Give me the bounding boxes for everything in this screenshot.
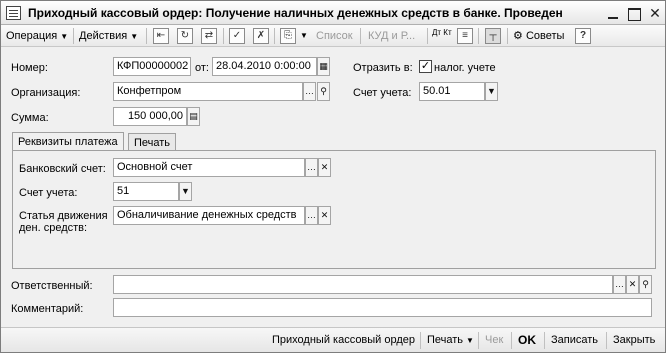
clear-icon[interactable]: ✕ xyxy=(318,158,331,177)
calendar-icon[interactable]: ▦ xyxy=(317,57,330,76)
bottom-divider xyxy=(478,332,479,349)
tax-accounting-label: налог. учете xyxy=(434,62,496,74)
number-field[interactable]: КФП00000002 xyxy=(113,57,191,76)
print-menu-label: Печать xyxy=(427,334,464,346)
toolbar-divider xyxy=(73,28,74,44)
toolbar-divider xyxy=(507,28,508,44)
unpost-document-icon[interactable]: ✗ xyxy=(253,28,269,44)
operation-menu-label: Операция xyxy=(6,30,58,42)
clear-icon[interactable]: ✕ xyxy=(626,275,639,294)
bottom-command-bar: Приходный кассовый ордер Печать ▼ Чек OK … xyxy=(1,327,665,352)
date-label: от: xyxy=(195,62,209,74)
payment-details-panel xyxy=(12,150,656,269)
report-icon[interactable]: ≡ xyxy=(457,28,473,44)
sum-label: Сумма: xyxy=(11,112,49,124)
chevron-down-icon[interactable]: ▼ xyxy=(179,182,192,201)
toolbar-divider xyxy=(223,28,224,44)
title-bar: Приходный кассовый ордер: Получение нали… xyxy=(1,1,665,25)
help-button[interactable]: ? xyxy=(575,28,591,44)
operation-menu[interactable]: Операция ▼ xyxy=(6,28,68,44)
document-icon xyxy=(6,6,21,20)
save-document-icon[interactable]: ⇄ xyxy=(201,28,217,44)
date-field[interactable]: 28.04.2010 0:00:00 xyxy=(212,57,317,76)
toolbar-divider xyxy=(146,28,147,44)
calculator-icon[interactable]: ▤ xyxy=(187,107,200,126)
advice-label: Советы xyxy=(525,30,565,42)
select-ellipsis-icon[interactable]: … xyxy=(305,158,318,177)
header-account-label: Счет учета: xyxy=(353,87,412,99)
actions-menu[interactable]: Действия ▼ xyxy=(79,28,138,44)
toolbar-divider xyxy=(427,28,428,44)
toolbar-divider xyxy=(478,28,479,44)
responsible-field[interactable] xyxy=(113,275,613,294)
open-search-icon[interactable]: ⚲ xyxy=(639,275,652,294)
comment-label: Комментарий: xyxy=(11,303,84,315)
toolbar-divider xyxy=(360,28,361,44)
payment-account-field[interactable]: 51 xyxy=(113,182,179,201)
bank-account-label: Банковский счет: xyxy=(19,163,106,175)
advice-button[interactable]: ⚙ Советы xyxy=(513,28,564,44)
minimize-icon[interactable] xyxy=(605,5,621,21)
post-document-icon[interactable]: ✓ xyxy=(229,28,245,44)
bottom-divider xyxy=(511,332,512,349)
advice-icon: ⚙ xyxy=(513,30,523,42)
actions-menu-label: Действия xyxy=(79,30,128,42)
chevron-down-icon: ▼ xyxy=(60,32,69,41)
cashflow-field[interactable]: Обналичивание денежных средств xyxy=(113,206,305,225)
clear-icon[interactable]: ✕ xyxy=(318,206,331,225)
select-ellipsis-icon[interactable]: … xyxy=(613,275,626,294)
toolbar: Операция ▼ Действия ▼ ⇤ ↻ ⇄ ✓ ✗ ⎘ ▼ Список… xyxy=(1,25,665,47)
chevron-down-icon: ▼ xyxy=(466,336,474,345)
go-to-start-icon[interactable]: ⇤ xyxy=(153,28,169,44)
select-ellipsis-icon[interactable]: … xyxy=(305,206,318,225)
window-title: Приходный кассовый ордер: Получение нали… xyxy=(28,6,563,20)
responsible-label: Ответственный: xyxy=(11,280,93,292)
cashflow-label-line2: ден. средств: xyxy=(19,222,88,234)
ok-button[interactable]: OK xyxy=(518,333,536,348)
sum-field[interactable]: 150 000,00 xyxy=(113,107,187,126)
payment-account-label: Счет учета: xyxy=(19,187,78,199)
comment-field[interactable] xyxy=(113,298,652,317)
create-based-on-icon[interactable]: ⎘ xyxy=(280,28,296,44)
kudir-button[interactable]: КУД и Р... xyxy=(368,28,415,44)
bottom-divider xyxy=(420,332,421,349)
close-icon[interactable]: ✕ xyxy=(647,5,663,21)
check-button[interactable]: Чек xyxy=(485,333,503,348)
chevron-down-icon[interactable]: ▼ xyxy=(485,82,498,101)
dtkt-button[interactable]: Дт Кт xyxy=(432,29,452,45)
close-button[interactable]: Закрыть xyxy=(613,333,655,348)
refresh-icon[interactable]: ↻ xyxy=(177,28,193,44)
bottom-divider xyxy=(544,332,545,349)
select-ellipsis-icon[interactable]: … xyxy=(303,82,316,101)
bank-account-field[interactable]: Основной счет xyxy=(113,158,305,177)
organization-field[interactable]: Конфетпром xyxy=(113,82,303,101)
reflect-in-label: Отразить в: xyxy=(353,62,413,74)
structure-icon[interactable]: ┬ xyxy=(485,28,501,44)
list-button[interactable]: Список xyxy=(316,28,353,44)
bottom-divider xyxy=(606,332,607,349)
number-label: Номер: xyxy=(11,62,48,74)
organization-label: Организация: xyxy=(11,87,81,99)
chevron-down-icon: ▼ xyxy=(130,32,139,41)
save-button[interactable]: Записать xyxy=(551,333,598,348)
document-window: Приходный кассовый ордер: Получение нали… xyxy=(0,0,666,353)
print-menu-button[interactable]: Печать ▼ xyxy=(427,333,474,348)
chevron-down-icon[interactable]: ▼ xyxy=(300,31,308,40)
header-account-field[interactable]: 50.01 xyxy=(419,82,485,101)
toolbar-divider xyxy=(274,28,275,44)
maximize-icon[interactable] xyxy=(626,5,642,21)
print-form-button[interactable]: Приходный кассовый ордер xyxy=(272,333,415,348)
tax-accounting-checkbox[interactable]: ✓ xyxy=(419,60,432,73)
tab-payment-details[interactable]: Реквизиты платежа xyxy=(12,132,124,152)
open-search-icon[interactable]: ⚲ xyxy=(317,82,330,101)
